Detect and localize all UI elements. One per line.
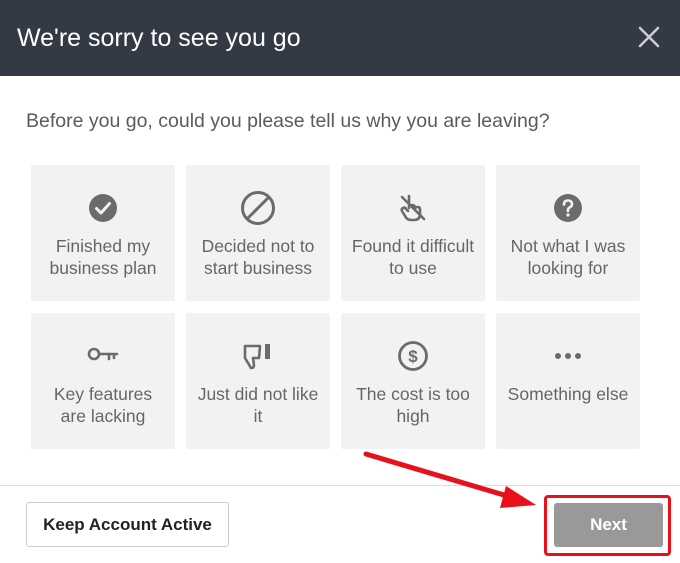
next-button[interactable]: Next bbox=[554, 503, 663, 547]
annotation-arrow-icon bbox=[363, 451, 536, 508]
